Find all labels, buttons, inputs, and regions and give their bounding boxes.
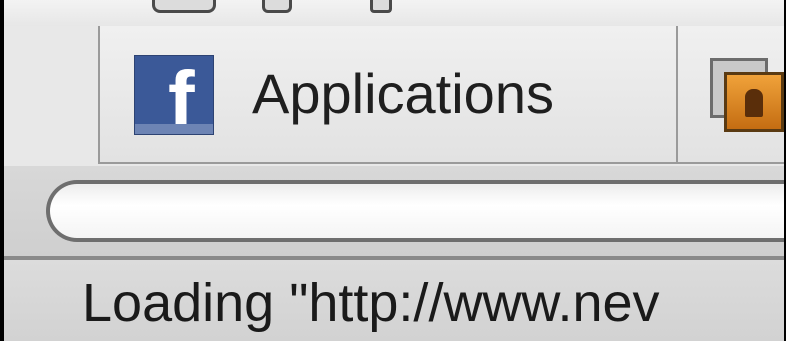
folder-icon xyxy=(710,58,784,132)
toolbar-button-icon[interactable] xyxy=(152,0,216,13)
browser-window-crop: f Applications Loading "http://www.nev xyxy=(0,0,786,341)
address-bar-area xyxy=(0,166,786,256)
status-text: Loading "http://www.nev xyxy=(82,273,660,333)
status-bar: Loading "http://www.nev xyxy=(0,260,786,341)
bookmark-applications[interactable]: f Applications xyxy=(98,26,678,164)
bookmark-label: Applications xyxy=(252,62,554,125)
toolbar-button-icon[interactable] xyxy=(262,0,292,13)
address-input[interactable] xyxy=(46,180,786,242)
bookmarks-bar: f Applications xyxy=(0,26,786,166)
frame-edge xyxy=(0,0,4,341)
toolbar-button-icon[interactable] xyxy=(370,0,392,13)
facebook-icon: f xyxy=(134,55,214,135)
bookmark-folder[interactable] xyxy=(676,26,786,164)
toolbar xyxy=(0,0,786,26)
